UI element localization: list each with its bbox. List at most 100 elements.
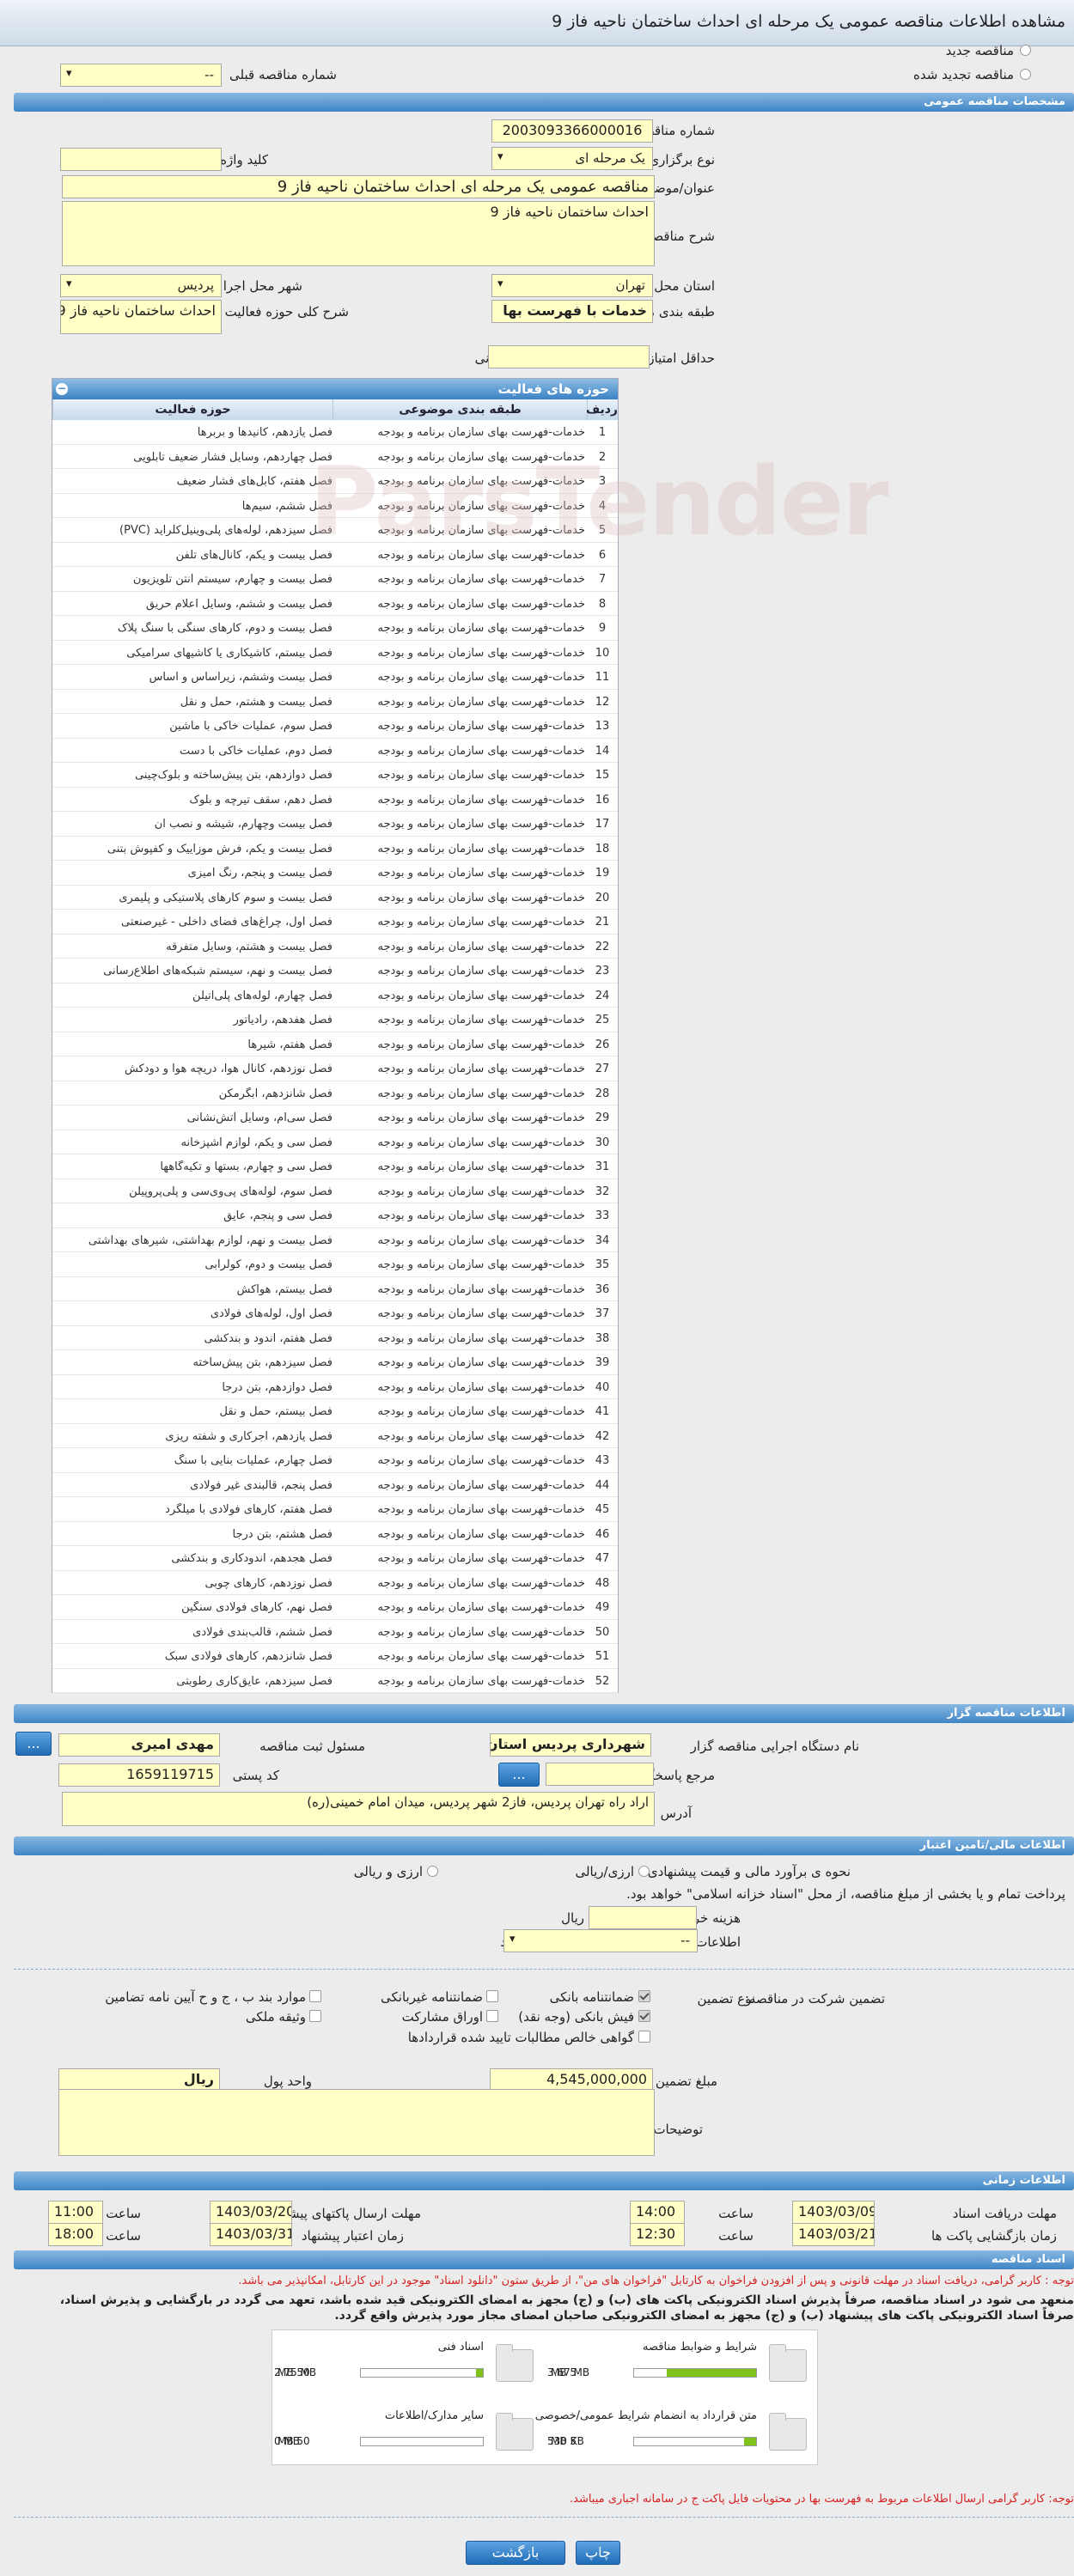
prev-tender-select[interactable]: -- ▾ — [60, 64, 222, 87]
row-number: 35 — [595, 1258, 610, 1271]
table-row[interactable]: 17 خدمات-فهرست بهای سازمان برنامه و بودجه… — [52, 812, 618, 837]
table-row[interactable]: 27 خدمات-فهرست بهای سازمان برنامه و بودجه… — [52, 1057, 618, 1081]
claims-checkbox[interactable] — [638, 2031, 650, 2043]
doc-other[interactable]: سایر مدارک/اطلاعات 0 MB 50 MB — [272, 2399, 544, 2466]
holding-type-select[interactable]: یک مرحله ای ▾ — [491, 147, 653, 170]
table-row[interactable]: 45 خدمات-فهرست بهای سازمان برنامه و بودجه… — [52, 1497, 618, 1522]
table-row[interactable]: 48 خدمات-فهرست بهای سازمان برنامه و بودجه… — [52, 1571, 618, 1595]
table-row[interactable]: 11 خدمات-فهرست بهای سازمان برنامه و بودجه… — [52, 665, 618, 690]
table-row[interactable]: 8 خدمات-فهرست بهای سازمان برنامه و بودجه ف… — [52, 592, 618, 616]
table-row[interactable]: 49 خدمات-فهرست بهای سازمان برنامه و بودجه… — [52, 1595, 618, 1620]
notes-field[interactable] — [58, 2089, 655, 2156]
province-select[interactable]: تهران ▾ — [491, 274, 653, 297]
row-number: 15 — [595, 769, 610, 782]
receive-time-field[interactable]: 14:00 — [630, 2201, 685, 2224]
table-row[interactable]: 20 خدمات-فهرست بهای سازمان برنامه و بودجه… — [52, 886, 618, 910]
min-score-field[interactable] — [488, 345, 650, 368]
agency-field[interactable]: شهرداری پردیس استان تهران — [490, 1733, 651, 1757]
unit-field[interactable]: ریال — [58, 2068, 220, 2092]
send-time-field[interactable]: 11:00 — [48, 2201, 103, 2224]
account-select[interactable]: -- ▾ — [503, 1929, 698, 1952]
table-row[interactable]: 41 خدمات-فهرست بهای سازمان برنامه و بودجه… — [52, 1399, 618, 1424]
table-row[interactable]: 47 خدمات-فهرست بهای سازمان برنامه و بودجه… — [52, 1546, 618, 1571]
category-field[interactable]: خدمات با فهرست بها — [491, 300, 653, 323]
table-row[interactable]: 38 خدمات-فهرست بهای سازمان برنامه و بودجه… — [52, 1326, 618, 1350]
property-checkbox[interactable] — [309, 2010, 321, 2022]
table-row[interactable]: 28 خدمات-فهرست بهای سازمان برنامه و بودجه… — [52, 1081, 618, 1105]
tender-no-field[interactable]: 2003093366000016 — [491, 119, 653, 143]
table-row[interactable]: 43 خدمات-فهرست بهای سازمان برنامه و بودجه… — [52, 1448, 618, 1473]
table-row[interactable]: 7 خدمات-فهرست بهای سازمان برنامه و بودجه ف… — [52, 567, 618, 592]
back-button[interactable]: بازگشت — [466, 2541, 565, 2565]
doc-fee-field[interactable] — [589, 1906, 697, 1929]
table-row[interactable]: 9 خدمات-فهرست بهای سازمان برنامه و بودجه ف… — [52, 616, 618, 641]
table-row[interactable]: 10 خدمات-فهرست بهای سازمان برنامه و بودجه… — [52, 641, 618, 665]
validity-time-field[interactable]: 18:00 — [48, 2223, 103, 2246]
table-row[interactable]: 33 خدمات-فهرست بهای سازمان برنامه و بودجه… — [52, 1203, 618, 1228]
table-row[interactable]: 29 خدمات-فهرست بهای سازمان برنامه و بودجه… — [52, 1105, 618, 1130]
bank-guarantee-checkbox[interactable] — [638, 1990, 650, 2002]
table-row[interactable]: 52 خدمات-فهرست بهای سازمان برنامه و بودجه… — [52, 1669, 618, 1693]
amount-field[interactable]: 4,545,000,000 — [490, 2068, 653, 2092]
table-row[interactable]: 35 خدمات-فهرست بهای سازمان برنامه و بودجه… — [52, 1252, 618, 1277]
table-row[interactable]: 44 خدمات-فهرست بهای سازمان برنامه و بودجه… — [52, 1473, 618, 1497]
officer-field[interactable]: مهدی امیری — [58, 1733, 220, 1757]
open-time-field[interactable]: 12:30 — [630, 2223, 685, 2246]
city-select[interactable]: پردیس ▾ — [60, 274, 222, 297]
new-tender-radio[interactable] — [1020, 45, 1031, 56]
description-field[interactable]: احداث ساختمان ناحیه فاز 9 — [62, 201, 655, 266]
renewed-tender-radio[interactable] — [1020, 69, 1031, 80]
collapse-icon[interactable]: − — [56, 383, 68, 395]
bonds-checkbox[interactable] — [486, 2010, 498, 2022]
validity-date-field[interactable]: 1403/03/31 — [210, 2223, 292, 2246]
table-row[interactable]: 40 خدمات-فهرست بهای سازمان برنامه و بودجه… — [52, 1375, 618, 1399]
table-row[interactable]: 12 خدمات-فهرست بهای سازمان برنامه و بودجه… — [52, 690, 618, 714]
address-field[interactable]: اراد راه تهران پردیس، فاز2 شهر پردیس، می… — [62, 1792, 655, 1826]
table-row[interactable]: 16 خدمات-فهرست بهای سازمان برنامه و بودجه… — [52, 788, 618, 812]
table-row[interactable]: 31 خدمات-فهرست بهای سازمان برنامه و بودجه… — [52, 1154, 618, 1179]
table-row[interactable]: 1 خدمات-فهرست بهای سازمان برنامه و بودجه ف… — [52, 420, 618, 445]
table-row[interactable]: 22 خدمات-فهرست بهای سازمان برنامه و بودجه… — [52, 935, 618, 959]
open-date-field[interactable]: 1403/03/21 — [792, 2223, 875, 2246]
table-row[interactable]: 42 خدمات-فهرست بهای سازمان برنامه و بودجه… — [52, 1424, 618, 1448]
table-row[interactable]: 19 خدمات-فهرست بهای سازمان برنامه و بودجه… — [52, 861, 618, 886]
table-row[interactable]: 50 خدمات-فهرست بهای سازمان برنامه و بودجه… — [52, 1620, 618, 1644]
doc-contract[interactable]: متن قرارداد به انضمام شرایط عمومی/خصوصی … — [535, 2399, 817, 2466]
ref-lookup-button[interactable]: ... — [498, 1763, 540, 1787]
table-row[interactable]: 15 خدمات-فهرست بهای سازمان برنامه و بودجه… — [52, 763, 618, 788]
table-row[interactable]: 36 خدمات-فهرست بهای سازمان برنامه و بودجه… — [52, 1277, 618, 1301]
table-row[interactable]: 32 خدمات-فهرست بهای سازمان برنامه و بودجه… — [52, 1179, 618, 1203]
table-row[interactable]: 34 خدمات-فهرست بهای سازمان برنامه و بودجه… — [52, 1228, 618, 1252]
table-row[interactable]: 25 خدمات-فهرست بهای سازمان برنامه و بودجه… — [52, 1008, 618, 1032]
row-category: خدمات-فهرست بهای سازمان برنامه و بودجه — [377, 1454, 585, 1467]
subject-field[interactable]: مناقصه عمومی یک مرحله ای احداث ساختمان ن… — [62, 175, 655, 198]
postal-field[interactable]: 1659119715 — [58, 1763, 220, 1787]
table-row[interactable]: 46 خدمات-فهرست بهای سازمان برنامه و بودجه… — [52, 1522, 618, 1546]
print-button[interactable]: چاپ — [576, 2541, 620, 2565]
table-row[interactable]: 26 خدمات-فهرست بهای سازمان برنامه و بودجه… — [52, 1032, 618, 1057]
table-row[interactable]: 18 خدمات-فهرست بهای سازمان برنامه و بودجه… — [52, 837, 618, 861]
doc-terms[interactable]: شرایط و ضوابط مناقصه 3.67 MB 5 MB — [546, 2330, 817, 2397]
officer-lookup-button[interactable]: ... — [15, 1732, 52, 1756]
clause-guarantee-checkbox[interactable] — [309, 1990, 321, 2002]
nonbank-guarantee-checkbox[interactable] — [486, 1990, 498, 2002]
table-row[interactable]: 21 خدمات-فهرست بهای سازمان برنامه و بودجه… — [52, 910, 618, 935]
rial-radio[interactable] — [638, 1866, 650, 1877]
table-row[interactable]: 39 خدمات-فهرست بهای سازمان برنامه و بودجه… — [52, 1350, 618, 1375]
send-date-field[interactable]: 1403/03/20 — [210, 2201, 292, 2224]
table-row[interactable]: 51 خدمات-فهرست بهای سازمان برنامه و بودجه… — [52, 1644, 618, 1669]
keyword-field[interactable] — [60, 148, 222, 171]
activity-desc-field[interactable]: احداث ساختمان ناحیه فاز 9 — [60, 300, 222, 334]
row-number: 17 — [595, 818, 610, 831]
receive-date-field[interactable]: 1403/03/09 — [792, 2201, 875, 2224]
table-row[interactable]: 37 خدمات-فهرست بهای سازمان برنامه و بودجه… — [52, 1301, 618, 1326]
ref-field[interactable] — [546, 1763, 654, 1786]
table-row[interactable]: 13 خدمات-فهرست بهای سازمان برنامه و بودجه… — [52, 714, 618, 739]
table-row[interactable]: 30 خدمات-فهرست بهای سازمان برنامه و بودجه… — [52, 1130, 618, 1154]
cash-checkbox[interactable] — [638, 2010, 650, 2022]
table-row[interactable]: 23 خدمات-فهرست بهای سازمان برنامه و بودجه… — [52, 959, 618, 984]
currency-rial-radio[interactable] — [427, 1866, 438, 1877]
table-row[interactable]: 14 خدمات-فهرست بهای سازمان برنامه و بودجه… — [52, 739, 618, 763]
doc-technical[interactable]: اسناد فنی 2.75 MB 50 MB — [272, 2330, 544, 2397]
table-row[interactable]: 24 خدمات-فهرست بهای سازمان برنامه و بودجه… — [52, 984, 618, 1008]
